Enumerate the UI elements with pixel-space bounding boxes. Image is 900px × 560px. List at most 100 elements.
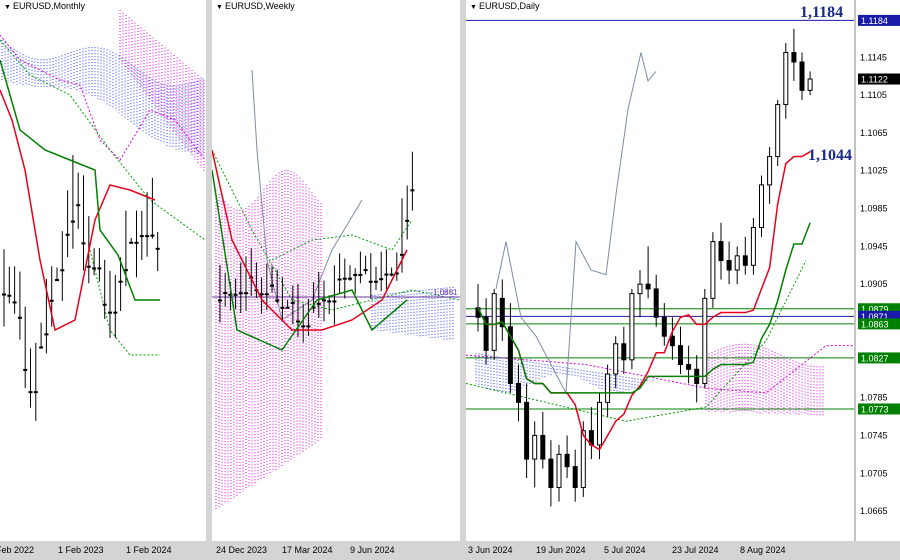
- daily-candle: [742, 255, 748, 266]
- monthly-candle: [118, 280, 123, 283]
- weekly-candle: [306, 325, 311, 328]
- daily-chart-title: ▼ EURUSD,Daily: [470, 1, 539, 11]
- monthly-candle: [44, 333, 49, 336]
- daily-y-tick: 1.1105: [860, 90, 887, 100]
- daily-y-tick: 1.0745: [860, 430, 888, 440]
- weekly-candle: [389, 273, 394, 276]
- daily-candle: [580, 430, 586, 488]
- monthly-candle: [97, 267, 102, 270]
- weekly-candle: [233, 293, 238, 296]
- weekly-candle: [337, 278, 342, 281]
- weekly-candle: [290, 301, 295, 304]
- monthly-candle: [113, 311, 118, 314]
- weekly-candle: [384, 273, 389, 276]
- daily-candle: [597, 401, 602, 446]
- daily-candle: [807, 78, 813, 91]
- daily-candle: [556, 453, 562, 488]
- weekly-candle: [405, 219, 410, 222]
- weekly-symbol-label: EURUSD,Weekly: [224, 1, 295, 11]
- daily-candle: [775, 104, 781, 158]
- monthly-candle: [70, 220, 75, 223]
- daily-y-tick: 1.0945: [860, 241, 888, 251]
- weekly-candle: [322, 299, 326, 302]
- weekly-candle: [301, 325, 306, 328]
- daily-candle: [572, 466, 578, 488]
- daily-candle: [645, 283, 651, 290]
- daily-candle: [702, 297, 708, 384]
- daily-x-axis: 3 Jun 2024 19 Jun 2024 5 Jul 2024 23 Jul…: [466, 541, 900, 560]
- monthly-tenkan-line: [0, 89, 156, 332]
- weekly-chikou-line: [251, 69, 363, 321]
- daily-chart-panel[interactable]: ▼ EURUSD,Daily 1.1145 1.1105 1.1065 1.1025 1.…: [466, 0, 900, 541]
- weekly-candle: [410, 189, 415, 192]
- daily-candle: [718, 241, 724, 262]
- daily-x-tick: 5 Jul 2024: [604, 545, 646, 555]
- monthly-candle: [139, 235, 144, 238]
- weekly-x-tick: 24 Dec 2023: [216, 545, 268, 555]
- daily-candle: [629, 293, 635, 361]
- weekly-candle: [332, 300, 337, 303]
- daily-candle: [791, 52, 797, 63]
- monthly-chart-canvas: [0, 10, 206, 421]
- daily-chart-canvas: 1.1145 1.1105 1.1065 1.1025 1.0985 1.0945 1.09…: [466, 0, 900, 541]
- weekly-candle: [280, 306, 285, 309]
- daily-level-tag-text: 1.0773: [861, 404, 889, 414]
- daily-x-tick: 3 Jun 2024: [468, 545, 513, 555]
- weekly-chart-title: ▼ EURUSD,Weekly: [216, 1, 295, 11]
- weekly-candle: [316, 302, 321, 305]
- weekly-candle: [223, 292, 228, 295]
- weekly-candle: [368, 280, 373, 283]
- dropdown-triangle-icon[interactable]: ▼: [216, 4, 223, 11]
- monthly-candle: [108, 311, 112, 314]
- daily-candle: [783, 52, 789, 106]
- monthly-candle: [7, 294, 12, 297]
- daily-candle: [710, 241, 716, 299]
- monthly-candle: [150, 234, 155, 237]
- daily-candle: [532, 434, 538, 460]
- daily-candle: [799, 61, 805, 91]
- weekly-candle: [270, 284, 274, 287]
- monthly-candle: [33, 391, 38, 394]
- resistance-level-label: 1,1184: [800, 4, 844, 21]
- weekly-candle: [363, 269, 368, 272]
- monthly-candle: [2, 293, 6, 296]
- monthly-candle: [65, 233, 70, 236]
- daily-candle: [548, 458, 554, 488]
- monthly-candle: [145, 235, 150, 238]
- daily-y-tick: 1.0665: [860, 506, 888, 516]
- monthly-candle: [49, 299, 54, 302]
- weekly-candle: [348, 277, 352, 280]
- daily-y-tick: 1.1065: [860, 128, 888, 138]
- monthly-candle: [28, 391, 33, 394]
- monthly-candle: [155, 247, 160, 250]
- monthly-candle: [60, 269, 65, 272]
- daily-candle: [750, 226, 756, 266]
- daily-x-tick: 8 Aug 2024: [740, 545, 786, 555]
- dropdown-triangle-icon[interactable]: ▼: [4, 4, 11, 11]
- monthly-x-tick: 1 Feb 2024: [126, 545, 172, 555]
- monthly-candle: [102, 303, 107, 306]
- daily-candle: [661, 316, 667, 337]
- weekly-candle: [238, 292, 243, 295]
- weekly-chart-panel[interactable]: ▼ EURUSD,Weekly 1.0861: [212, 0, 460, 541]
- daily-candle: [516, 382, 521, 403]
- monthly-candle: [23, 368, 28, 371]
- daily-candle: [491, 293, 497, 351]
- weekly-x-tick: 17 Mar 2024: [282, 545, 333, 555]
- weekly-candle: [374, 280, 378, 283]
- daily-y-tick: 1.0905: [860, 279, 888, 289]
- monthly-chart-panel[interactable]: ▼ EURUSD,Monthly: [0, 0, 206, 541]
- weekly-candle: [244, 292, 248, 295]
- daily-candle: [726, 260, 732, 271]
- weekly-candle: [275, 299, 280, 302]
- daily-y-tick: 1.1025: [860, 166, 888, 176]
- monthly-symbol-label: EURUSD,Monthly: [12, 1, 85, 11]
- monthly-candle: [17, 316, 22, 319]
- weekly-candle: [342, 277, 347, 280]
- weekly-level-label: 1.0861: [433, 288, 458, 297]
- daily-candle: [678, 345, 683, 366]
- daily-x-tick: 19 Jun 2024: [536, 545, 586, 555]
- dropdown-triangle-icon[interactable]: ▼: [470, 4, 477, 11]
- daily-x-tick: 23 Jul 2024: [672, 545, 719, 555]
- monthly-candle: [134, 241, 139, 244]
